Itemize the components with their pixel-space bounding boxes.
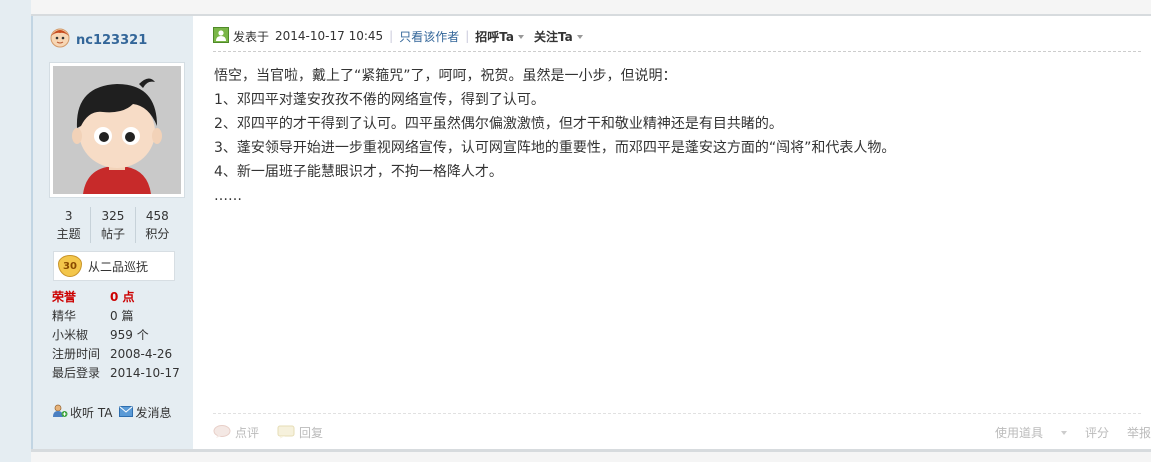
stat-topics-label: 主题	[56, 227, 81, 241]
info-value-register-time: 2008-4-26	[110, 346, 173, 361]
chevron-down-icon	[576, 35, 583, 39]
info-label-honor: 荣誉	[52, 290, 77, 304]
author-info: 荣誉 0 点 精华 0 篇 小米椒 959 个 注册时间 2008-4-26 最…	[52, 287, 180, 382]
use-tools-dropdown[interactable]: 使用道具	[977, 424, 1067, 441]
author-avatar[interactable]	[49, 62, 185, 198]
info-row-pepper: 小米椒 959 个	[52, 325, 180, 344]
info-value-honor: 0 点	[110, 290, 135, 304]
post-container: nc123321 3 主题 325 帖子 458 积分 30 从二品巡抚 荣誉 …	[31, 0, 1151, 462]
info-value-digest: 0 篇	[110, 309, 134, 323]
previous-post-divider	[31, 0, 1151, 16]
stat-credits-value: 458	[145, 209, 169, 223]
send-message-button[interactable]: 发消息	[119, 404, 171, 421]
info-value-last-login: 2014-10-17	[110, 365, 180, 380]
post-paragraph: 1、邓四平对蓬安孜孜不倦的网络宣传，得到了认可。	[214, 92, 545, 108]
greet-label: 招呼Ta	[475, 29, 515, 44]
author-actions: 收听 TA 发消息	[52, 404, 178, 421]
info-label-pepper: 小米椒	[52, 328, 89, 342]
score-button[interactable]: 评分	[1085, 424, 1109, 441]
follow-user-button[interactable]: 收听 TA	[52, 404, 112, 421]
stat-topics-value: 3	[64, 209, 73, 223]
stat-posts[interactable]: 325 帖子	[90, 207, 134, 243]
post-header: 发表于 2014-10-17 10:45 | 只看该作者 | 招呼Ta 关注Ta	[213, 26, 1133, 46]
header-separator: |	[389, 29, 394, 43]
stat-credits[interactable]: 458 积分	[134, 207, 179, 243]
rate-button[interactable]: 点评	[213, 424, 259, 441]
posted-time: 2014-10-17 10:45	[275, 29, 384, 43]
chevron-down-icon	[1060, 431, 1067, 435]
follow-label: 关注Ta	[534, 29, 573, 44]
rate-label: 点评	[235, 425, 260, 440]
post-paragraph: 2、邓四平的才干得到了认可。四平虽然偶尔偏激激愤，但才干和敬业精神还是有目共睹的…	[214, 116, 783, 132]
follow-user-icon	[52, 404, 68, 421]
stat-posts-label: 帖子	[100, 227, 125, 241]
send-message-label: 发消息	[135, 406, 172, 420]
author-username[interactable]: nc123321	[76, 33, 147, 48]
envelope-icon	[119, 405, 134, 420]
reply-label: 回复	[299, 425, 324, 440]
post-paragraph: 4、新一届班子能慧眼识才，不拘一格降人才。	[214, 164, 503, 180]
stat-credits-label: 积分	[145, 227, 170, 241]
rank-level-badge-icon: 30	[58, 255, 82, 277]
stat-posts-value: 325	[101, 209, 125, 223]
author-sidebar: nc123321 3 主题 325 帖子 458 积分 30 从二品巡抚 荣誉 …	[31, 16, 195, 449]
user-face-icon	[49, 26, 71, 48]
header-divider	[213, 51, 1141, 52]
author-stats: 3 主题 325 帖子 458 积分	[47, 207, 179, 243]
post-paragraph: 3、蓬安领导开始进一步重视网络宣传，认可网宣阵地的重要性，而邓四平是蓬安这方面的…	[214, 140, 896, 156]
footer-divider	[213, 413, 1141, 414]
info-label-digest: 精华	[52, 309, 77, 323]
report-button[interactable]: 举报	[1127, 424, 1151, 441]
info-row-honor: 荣誉 0 点	[52, 287, 180, 306]
info-label-register-time: 注册时间	[52, 347, 101, 361]
greet-dropdown[interactable]: 招呼Ta	[475, 28, 525, 45]
stat-topics[interactable]: 3 主题	[47, 207, 90, 243]
next-post-divider	[31, 449, 1151, 462]
reply-icon	[277, 425, 295, 439]
chevron-down-icon	[518, 35, 525, 39]
post-content: 悟空，当官啦，戴上了“紧箍咒”了，呵呵，祝贺。虽然是一小步，但说明： 1、邓四平…	[214, 64, 1134, 208]
follow-user-label: 收听 TA	[70, 406, 113, 420]
post-main: 发表于 2014-10-17 10:45 | 只看该作者 | 招呼Ta 关注Ta…	[193, 16, 1151, 449]
user-rank: 30 从二品巡抚	[53, 251, 175, 281]
info-row-last-login: 最后登录 2014-10-17	[52, 363, 180, 382]
info-row-register-time: 注册时间 2008-4-26	[52, 344, 180, 363]
online-status-icon	[213, 26, 229, 46]
post-footer: 点评 回复 使用道具 评分 举报	[213, 422, 1151, 442]
info-label-last-login: 最后登录	[52, 366, 101, 380]
post-paragraph: ……	[214, 188, 242, 204]
follow-dropdown[interactable]: 关注Ta	[534, 28, 583, 45]
post-paragraph: 悟空，当官啦，戴上了“紧箍咒”了，呵呵，祝贺。虽然是一小步，但说明：	[214, 68, 677, 84]
info-value-pepper: 959 个	[110, 328, 149, 342]
posted-prefix: 发表于	[233, 29, 270, 44]
comment-icon	[213, 425, 231, 438]
use-tools-label: 使用道具	[994, 425, 1043, 440]
header-separator: |	[465, 29, 470, 43]
footer-right-actions: 使用道具 评分 举报	[959, 424, 1151, 441]
rank-title: 从二品巡抚	[88, 259, 149, 274]
only-author-link[interactable]: 只看该作者	[399, 28, 459, 45]
reply-button[interactable]: 回复	[277, 424, 323, 441]
page-left-margin	[0, 0, 31, 459]
info-row-digest: 精华 0 篇	[52, 306, 180, 325]
